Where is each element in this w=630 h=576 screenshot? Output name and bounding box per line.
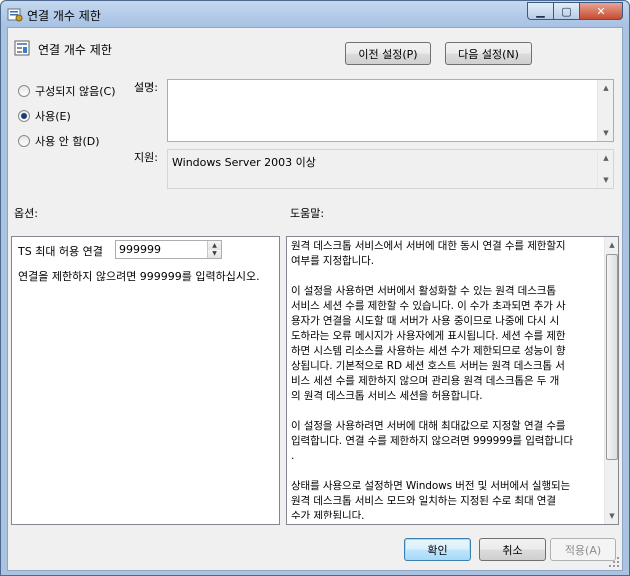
- dialog-client-area: 연결 개수 제한 이전 설정(P) 다음 설정(N) 구성되지 않음(C) 사용…: [7, 27, 623, 571]
- comment-scrollbar[interactable]: ▲ ▼: [597, 80, 613, 141]
- options-section-label: 옵션:: [14, 207, 38, 220]
- close-button[interactable]: ✕: [579, 2, 623, 20]
- comment-textarea[interactable]: ▲ ▼: [167, 79, 614, 142]
- policy-settings-icon: [7, 8, 23, 22]
- max-connections-value[interactable]: 999999: [119, 243, 161, 256]
- apply-button[interactable]: 적용(A): [550, 538, 616, 561]
- help-text: 원격 데스크톱 서비스에서 서버에 대한 동시 연결 수를 제한할지 여부를 지…: [291, 240, 574, 519]
- maximize-button[interactable]: ▢: [553, 2, 579, 20]
- scroll-up-icon[interactable]: ▲: [598, 150, 614, 166]
- resize-grip-icon[interactable]: [608, 556, 620, 568]
- radio-disabled-indicator: [18, 135, 30, 147]
- next-setting-button[interactable]: 다음 설정(N): [445, 42, 532, 65]
- help-scroll-thumb[interactable]: [606, 254, 618, 460]
- radio-enabled[interactable]: 사용(E): [18, 108, 71, 124]
- spin-up-icon[interactable]: ▲: [208, 241, 221, 250]
- help-section-label: 도움말:: [290, 207, 325, 220]
- cancel-button[interactable]: 취소: [479, 538, 546, 561]
- title-bar[interactable]: 연결 개수 제한 ▁ ▢ ✕: [1, 1, 629, 27]
- radio-not-configured[interactable]: 구성되지 않음(C): [18, 83, 115, 99]
- max-connections-spinbox[interactable]: 999999 ▲ ▼: [115, 240, 222, 259]
- radio-not-configured-indicator: [18, 85, 30, 97]
- supported-on-value: Windows Server 2003 이상: [172, 156, 316, 169]
- max-connections-note: 연결을 제한하지 않으려면 999999를 입력하십시오.: [18, 270, 260, 283]
- help-panel: 원격 데스크톱 서비스에서 서버에 대한 동시 연결 수를 제한할지 여부를 지…: [286, 236, 619, 525]
- radio-disabled-label: 사용 안 함(D): [35, 135, 100, 148]
- radio-disabled[interactable]: 사용 안 함(D): [18, 133, 100, 149]
- scroll-down-icon[interactable]: ▼: [598, 125, 614, 141]
- policy-document-icon: [14, 40, 30, 56]
- scroll-up-icon[interactable]: ▲: [598, 80, 614, 96]
- options-panel: TS 최대 허용 연결 999999 ▲ ▼ 연결을 제한하지 않으려면 999…: [11, 236, 280, 525]
- comment-label: 설명:: [134, 81, 158, 94]
- supported-scrollbar[interactable]: ▲ ▼: [597, 150, 613, 188]
- previous-setting-button[interactable]: 이전 설정(P): [345, 42, 431, 65]
- scroll-down-icon[interactable]: ▼: [605, 508, 619, 524]
- spin-down-icon[interactable]: ▼: [208, 249, 221, 258]
- minimize-icon: ▁: [536, 4, 545, 18]
- maximize-icon: ▢: [561, 4, 572, 18]
- policy-dialog-window: 연결 개수 제한 ▁ ▢ ✕ 연결 개수 제한 이전 설정(P) 다음 설정(N…: [0, 0, 630, 576]
- supported-on-field: Windows Server 2003 이상 ▲ ▼: [167, 149, 614, 189]
- max-connections-label: TS 최대 허용 연결: [18, 245, 103, 258]
- radio-not-configured-label: 구성되지 않음(C): [35, 85, 116, 98]
- window-title: 연결 개수 제한: [27, 9, 101, 23]
- close-icon: ✕: [596, 4, 606, 18]
- radio-enabled-indicator: [18, 110, 30, 122]
- minimize-button[interactable]: ▁: [527, 2, 553, 20]
- supported-label: 지원:: [134, 151, 158, 164]
- radio-enabled-label: 사용(E): [35, 110, 71, 123]
- ok-button[interactable]: 확인: [404, 538, 471, 561]
- scroll-up-icon[interactable]: ▲: [605, 237, 619, 253]
- help-scrollbar[interactable]: ▲ ▼: [604, 237, 618, 524]
- scroll-down-icon[interactable]: ▼: [598, 172, 614, 188]
- policy-title: 연결 개수 제한: [38, 43, 112, 57]
